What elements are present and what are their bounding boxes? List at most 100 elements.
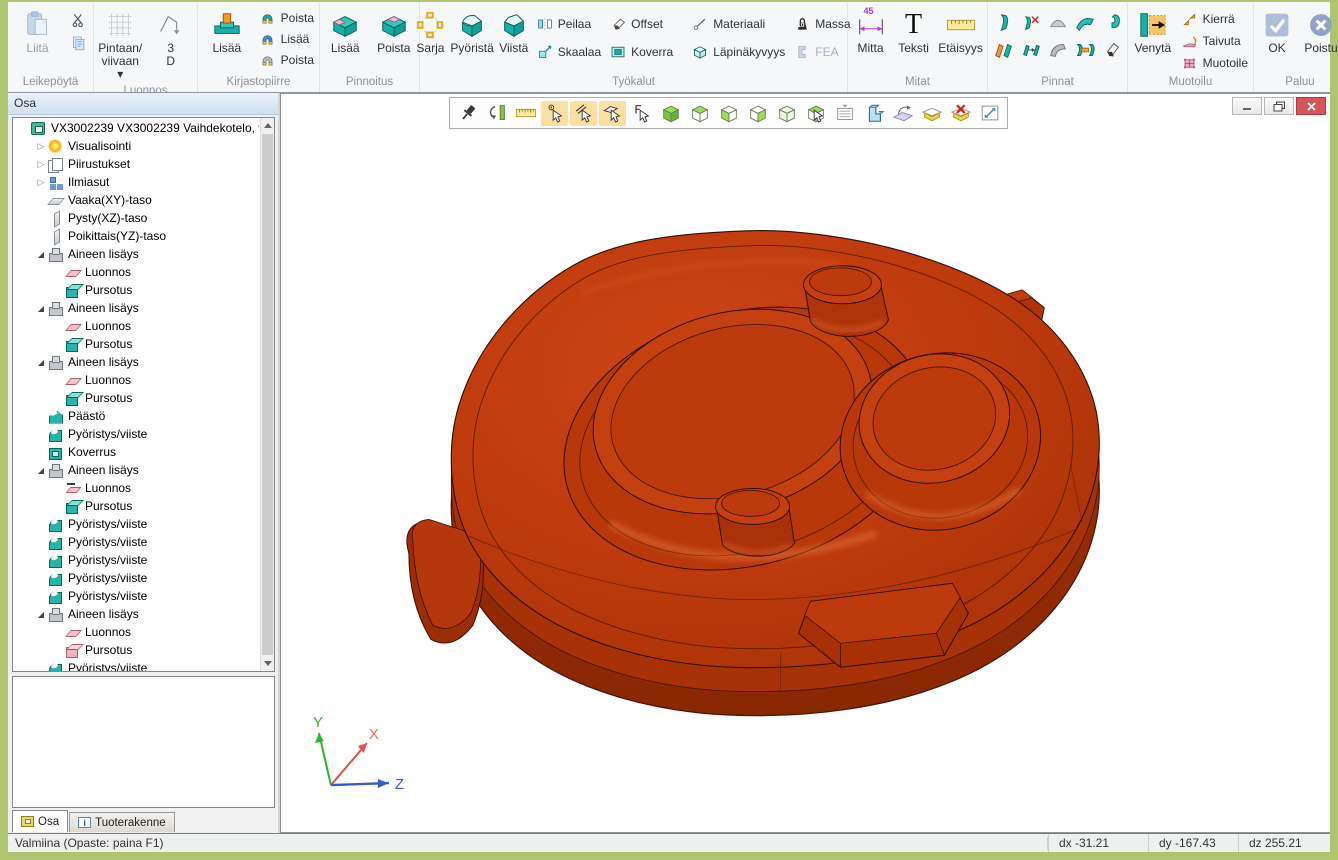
tree-item[interactable]: VX3002239 VX3002239 Vaihdekotelo, valu xyxy=(13,119,259,137)
resize-grip[interactable] xyxy=(1318,834,1330,852)
tree-item[interactable]: Luonnos xyxy=(13,479,259,497)
tree-item[interactable]: ▷Piirustukset xyxy=(13,155,259,173)
tree-item[interactable]: Pyöristys/viiste xyxy=(13,425,259,443)
tree-item[interactable]: Pursotus xyxy=(13,335,259,353)
section-off-icon[interactable] xyxy=(947,101,974,126)
fillet-button[interactable]: Pyöristä xyxy=(449,6,494,57)
tree-item[interactable]: ▷Visualisointi xyxy=(13,137,259,155)
scroll-down-icon[interactable] xyxy=(261,656,274,671)
facet-add-button[interactable]: Lisää xyxy=(322,6,369,57)
tree-item[interactable]: Pyöristys/viiste xyxy=(13,515,259,533)
view-shaded-icon[interactable] xyxy=(657,101,684,126)
copy-button[interactable] xyxy=(67,33,91,53)
view-right-face-icon[interactable] xyxy=(744,101,771,126)
surface-sew-icon[interactable] xyxy=(991,37,1017,63)
surface-match-icon[interactable] xyxy=(1018,37,1044,63)
tab-osa[interactable]: Osa xyxy=(12,810,68,832)
mirror-button[interactable]: Peilaa xyxy=(533,14,604,34)
twist-button[interactable]: Kierrä xyxy=(1178,9,1251,29)
view-wireframe-shade-icon[interactable] xyxy=(773,101,800,126)
tree-item[interactable]: Pyöristys/viiste xyxy=(13,587,259,605)
tree-item[interactable]: ◢Aineen lisäys xyxy=(13,353,259,371)
sketch-3d-button[interactable]: 3D xyxy=(147,6,196,70)
display-list-icon[interactable] xyxy=(831,101,858,126)
tree-item[interactable]: Pursotus xyxy=(13,497,259,515)
paste-button[interactable]: Liitä xyxy=(11,6,65,57)
pin-icon[interactable] xyxy=(454,101,481,126)
view-left-face-icon[interactable] xyxy=(715,101,742,126)
tree-item[interactable]: Pursotus xyxy=(13,281,259,299)
tree-item[interactable]: Pursotus xyxy=(13,389,259,407)
tree-item[interactable]: Pursotus xyxy=(13,641,259,659)
library-remove2-button[interactable]: Poista xyxy=(256,50,317,70)
minimize-button[interactable] xyxy=(1232,97,1262,115)
expand-toggle-icon[interactable]: ▷ xyxy=(34,177,48,188)
tree-item[interactable]: Luonnos xyxy=(13,263,259,281)
expand-toggle-icon[interactable]: ▷ xyxy=(34,159,48,170)
scale-button[interactable]: Skaalaa xyxy=(533,42,604,62)
tree-item[interactable]: Pyöristys/viiste xyxy=(13,659,259,671)
tab-tuoterakenne[interactable]: i Tuoterakenne xyxy=(69,812,175,832)
tree-item[interactable]: Poikittais(YZ)-taso xyxy=(13,227,259,245)
tree-item[interactable]: ◢Aineen lisäys xyxy=(13,605,259,623)
shape-button[interactable]: Muotoile xyxy=(1178,53,1251,73)
model-3d-vaihdekotelo[interactable]: Y X Z xyxy=(281,94,1330,832)
expand-toggle-icon[interactable]: ▷ xyxy=(34,141,48,152)
tree-scrollbar[interactable] xyxy=(260,118,274,671)
surface-delete-icon[interactable] xyxy=(1018,10,1044,36)
surface-trim-icon[interactable] xyxy=(991,10,1017,36)
stretch-button[interactable]: Venytä xyxy=(1130,6,1176,57)
ok-button[interactable]: OK xyxy=(1257,6,1297,57)
fea-button[interactable]: FEA xyxy=(790,42,853,62)
facet-remove-button[interactable]: Poista xyxy=(371,6,418,57)
tree-item[interactable]: Vaaka(XY)-taso xyxy=(13,191,259,209)
tree-item[interactable]: ◢Aineen lisäys xyxy=(13,461,259,479)
tree-item[interactable]: Luonnos xyxy=(13,623,259,641)
library-add-button[interactable]: Lisää xyxy=(200,6,254,57)
snap-face-icon[interactable] xyxy=(599,101,626,126)
sketch-plane-icon[interactable] xyxy=(889,101,916,126)
tree-item[interactable]: Pyöristys/viiste xyxy=(13,551,259,569)
tree-item[interactable]: ▷Ilmiasut xyxy=(13,173,259,191)
tree-item[interactable]: Luonnos xyxy=(13,371,259,389)
direction-flip-icon[interactable] xyxy=(483,101,510,126)
collapse-toggle-icon[interactable]: ◢ xyxy=(34,358,48,367)
surface-extend-icon[interactable] xyxy=(1072,10,1098,36)
surface-offset-icon[interactable] xyxy=(1099,37,1125,63)
material-button[interactable]: Materiaali xyxy=(688,14,788,34)
scroll-up-icon[interactable] xyxy=(261,118,274,133)
pattern-button[interactable]: Sarja xyxy=(413,6,447,57)
surface-sweep-icon[interactable] xyxy=(1099,10,1125,36)
surface-untrim-icon[interactable] xyxy=(1045,10,1071,36)
surface-replace-icon[interactable] xyxy=(1072,37,1098,63)
pick-from-list-icon[interactable] xyxy=(628,101,655,126)
surface-flatten-icon[interactable] xyxy=(1045,37,1071,63)
maximize-view-icon[interactable] xyxy=(976,101,1003,126)
bend-button[interactable]: Taivuta xyxy=(1178,31,1251,51)
chamfer-button[interactable]: Viistä xyxy=(497,6,531,57)
library-add2-button[interactable]: Lisää xyxy=(256,29,317,49)
offset-button[interactable]: Offset xyxy=(606,14,676,34)
tree-item[interactable]: Luonnos xyxy=(13,317,259,335)
tree-item[interactable]: Päästö xyxy=(13,407,259,425)
close-button[interactable] xyxy=(1296,97,1326,115)
tree-item[interactable]: ◢Aineen lisäys xyxy=(13,245,259,263)
text-button[interactable]: T Teksti xyxy=(893,6,934,57)
viewport[interactable]: Y X Z xyxy=(280,93,1330,833)
tree-item[interactable]: Pysty(XZ)-taso xyxy=(13,209,259,227)
restore-button[interactable] xyxy=(1264,97,1294,115)
distance-button[interactable]: Etäisyys xyxy=(936,6,985,57)
collapse-toggle-icon[interactable]: ◢ xyxy=(34,610,48,619)
collapse-toggle-icon[interactable]: ◢ xyxy=(34,250,48,259)
tree-item[interactable]: Pyöristys/viiste xyxy=(13,533,259,551)
tree-item[interactable]: Pyöristys/viiste xyxy=(13,569,259,587)
scroll-thumb[interactable] xyxy=(262,134,273,655)
collapse-toggle-icon[interactable]: ◢ xyxy=(34,466,48,475)
hollow-button[interactable]: Koverra xyxy=(606,42,676,62)
snap-curve-icon[interactable] xyxy=(570,101,597,126)
collapse-toggle-icon[interactable]: ◢ xyxy=(34,304,48,313)
face-pick-icon[interactable] xyxy=(802,101,829,126)
section-on-icon[interactable] xyxy=(918,101,945,126)
measure-ruler-icon[interactable] xyxy=(512,101,539,126)
exit-button[interactable]: Poistu xyxy=(1299,6,1338,57)
